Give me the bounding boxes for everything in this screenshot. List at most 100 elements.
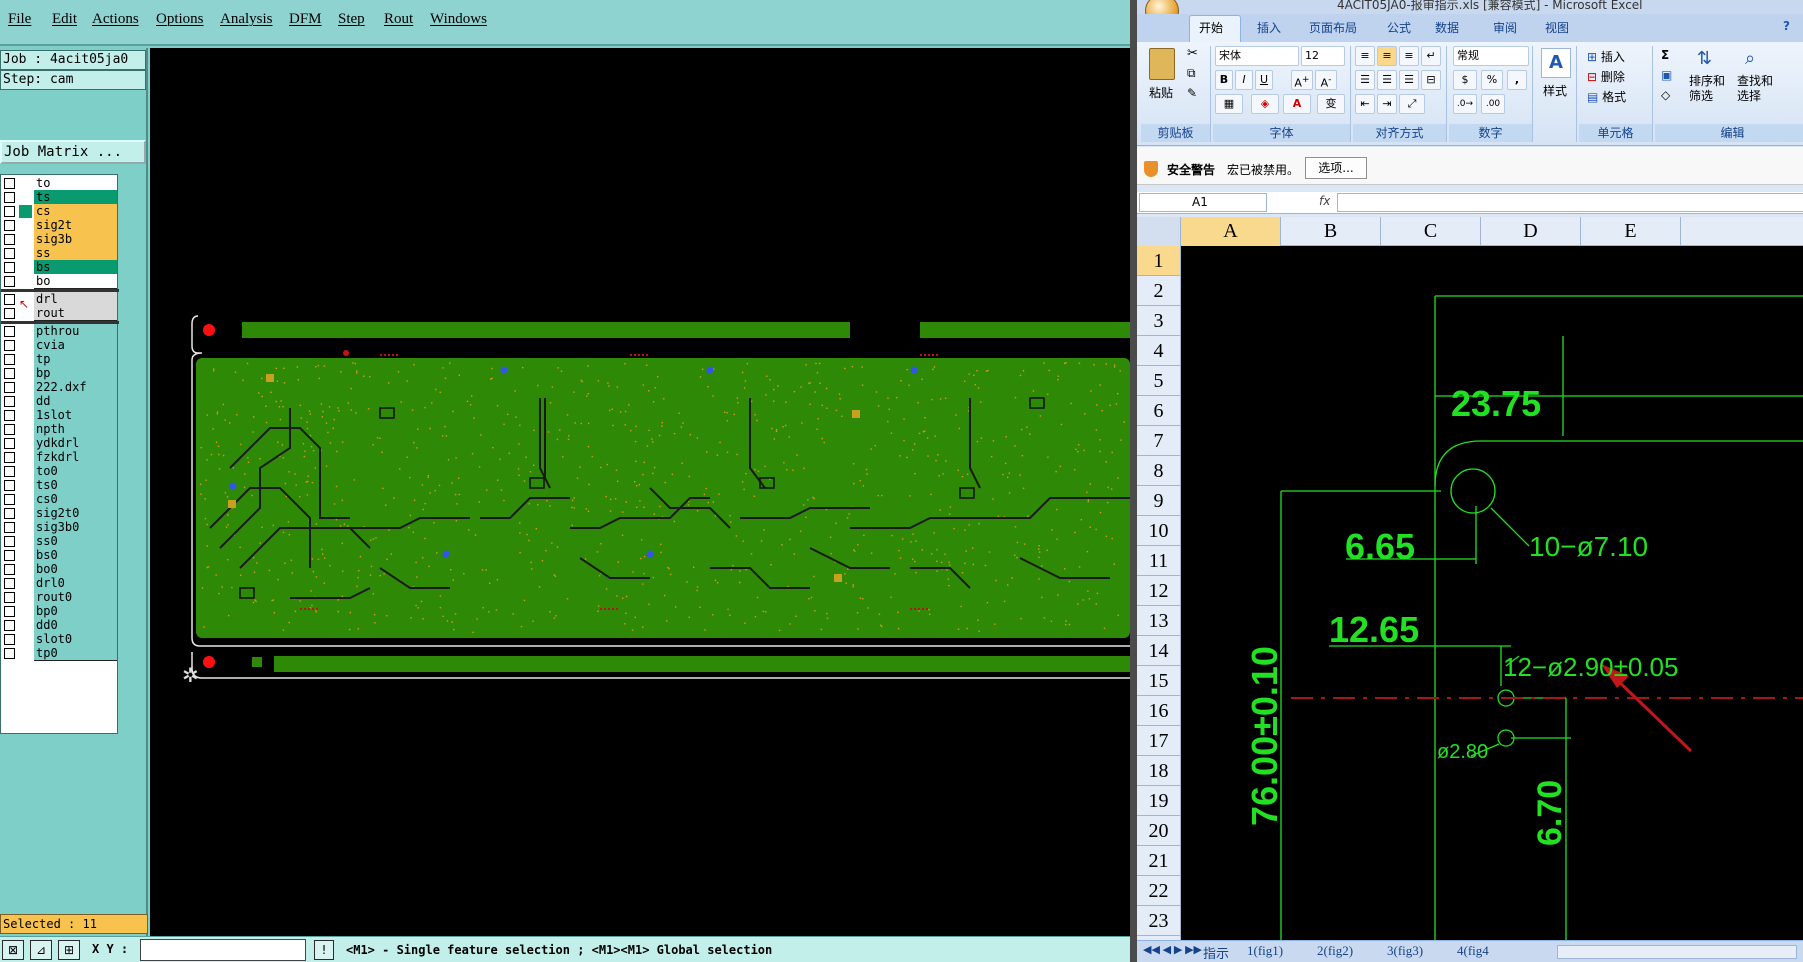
phonetic-icon[interactable]: 变 [1317, 94, 1345, 114]
layer-name[interactable]: ss [34, 246, 117, 261]
align-right-icon[interactable]: ☰ [1399, 70, 1419, 90]
layer-status-icon[interactable] [19, 177, 32, 190]
layer-checkbox[interactable] [4, 382, 15, 393]
layer-name[interactable]: bs0 [34, 548, 117, 563]
sheet-tab-instructions[interactable]: 指示 [1203, 943, 1229, 962]
layer-name[interactable]: sig3b0 [34, 520, 117, 535]
row-header[interactable]: 19 [1137, 786, 1180, 816]
layer-name[interactable]: ydkdrl [34, 436, 117, 451]
tab-view[interactable]: 视图 [1545, 19, 1569, 36]
row-header[interactable]: 7 [1137, 426, 1180, 456]
row-header[interactable]: 9 [1137, 486, 1180, 516]
menu-analysis[interactable]: Analysis [220, 11, 273, 28]
indent-decrease-icon[interactable]: ⇤ [1355, 94, 1375, 114]
layer-checkbox[interactable] [4, 648, 15, 659]
italic-button[interactable]: I [1235, 70, 1253, 90]
layer-name[interactable]: ts [34, 190, 117, 205]
layer-name[interactable]: bo0 [34, 562, 117, 577]
layer-row-cs[interactable]: cs [1, 204, 119, 219]
layer-checkbox[interactable] [4, 480, 15, 491]
layer-status-icon[interactable] [19, 647, 32, 660]
fill-color-icon[interactable]: ◈ [1251, 94, 1279, 114]
underline-button[interactable]: U [1255, 70, 1273, 90]
layer-row-slot0[interactable]: slot0 [1, 632, 119, 647]
font-name-select[interactable]: 宋体 [1215, 46, 1299, 66]
decrease-decimal-icon[interactable]: .00 [1481, 94, 1505, 114]
layer-status-icon[interactable] [19, 535, 32, 548]
layer-status-icon[interactable] [19, 619, 32, 632]
tab-insert[interactable]: 插入 [1257, 19, 1281, 36]
layer-name[interactable]: to0 [34, 464, 117, 479]
tab-page-layout[interactable]: 页面布局 [1309, 19, 1357, 36]
layer-row-ydkdrl[interactable]: ydkdrl [1, 436, 119, 451]
measure-tool-icon[interactable]: ⊿ [30, 940, 52, 960]
row-header[interactable]: 20 [1137, 816, 1180, 846]
layer-checkbox[interactable] [4, 410, 15, 421]
xy-input[interactable] [140, 939, 306, 961]
paste-icon[interactable] [1149, 48, 1175, 80]
row-header[interactable]: 17 [1137, 726, 1180, 756]
clear-icon[interactable]: ◇ [1661, 88, 1670, 102]
layer-name[interactable]: ss0 [34, 534, 117, 549]
layer-status-icon[interactable] [19, 247, 32, 260]
tab-data[interactable]: 数据 [1435, 19, 1459, 36]
help-icon[interactable]: ? [1783, 19, 1790, 33]
layer-name[interactable]: npth [34, 422, 117, 437]
row-header[interactable]: 14 [1137, 636, 1180, 666]
column-header-c[interactable]: C [1381, 217, 1481, 246]
layer-status-icon[interactable] [19, 381, 32, 394]
layer-row-to[interactable]: to [1, 176, 119, 191]
autosum-icon[interactable]: Σ [1661, 48, 1669, 62]
delete-cells-button[interactable]: ⊟ 删除 [1587, 68, 1625, 85]
layer-name[interactable]: bs [34, 260, 117, 275]
layer-row-cs0[interactable]: cs0 [1, 492, 119, 507]
layer-row-rout0[interactable]: rout0 [1, 590, 119, 605]
layer-checkbox[interactable] [4, 438, 15, 449]
layer-status-icon[interactable] [19, 233, 32, 246]
layer-checkbox[interactable] [4, 178, 15, 189]
layer-checkbox[interactable] [4, 308, 15, 319]
layer-status-icon[interactable] [19, 465, 32, 478]
layer-checkbox[interactable] [4, 564, 15, 575]
align-bottom-icon[interactable]: ≡ [1399, 46, 1419, 66]
layer-row-sig3b0[interactable]: sig3b0 [1, 520, 119, 535]
layer-name[interactable]: fzkdrl [34, 450, 117, 465]
row-header[interactable]: 21 [1137, 846, 1180, 876]
cut-icon[interactable]: ✂ [1187, 46, 1198, 61]
layer-status-icon[interactable] [19, 423, 32, 436]
column-header-b[interactable]: B [1281, 217, 1381, 246]
sheet-tab-fig3[interactable]: 3(fig3) [1387, 943, 1423, 959]
layer-status-icon[interactable] [19, 275, 32, 288]
layer-checkbox[interactable] [4, 620, 15, 631]
row-header[interactable]: 4 [1137, 336, 1180, 366]
layer-checkbox[interactable] [4, 354, 15, 365]
merge-icon[interactable]: ⊟ [1421, 70, 1441, 90]
layer-name[interactable]: bo [34, 274, 117, 289]
layer-status-icon[interactable] [19, 205, 32, 218]
layer-status-icon[interactable] [19, 325, 32, 338]
layer-row-bs[interactable]: bs [1, 260, 119, 275]
layer-checkbox[interactable] [4, 424, 15, 435]
layer-checkbox[interactable] [4, 262, 15, 273]
layer-status-icon[interactable] [19, 549, 32, 562]
layer-row-cvia[interactable]: cvia [1, 338, 119, 353]
sheet-tab-fig1[interactable]: 1(fig1) [1247, 943, 1283, 959]
menu-step[interactable]: Step [338, 11, 365, 28]
layer-name[interactable]: 1slot [34, 408, 117, 423]
align-left-icon[interactable]: ☰ [1355, 70, 1375, 90]
layer-name[interactable]: sig2t [34, 218, 117, 233]
layer-name[interactable]: tp [34, 352, 117, 367]
copy-icon[interactable]: ⧉ [1187, 66, 1196, 81]
layer-status-icon[interactable] [19, 353, 32, 366]
row-header[interactable]: 22 [1137, 876, 1180, 906]
align-top-icon[interactable]: ≡ [1355, 46, 1375, 66]
layer-status-icon[interactable] [19, 367, 32, 380]
layer-name[interactable]: rout [34, 306, 117, 321]
row-header[interactable]: 8 [1137, 456, 1180, 486]
row-header[interactable]: 3 [1137, 306, 1180, 336]
layer-row-pthrou[interactable]: pthrou [1, 324, 119, 339]
layer-row-bp[interactable]: bp [1, 366, 119, 381]
row-header[interactable]: 18 [1137, 756, 1180, 786]
bold-button[interactable]: B [1215, 70, 1233, 90]
tab-home[interactable]: 开始 [1199, 19, 1223, 36]
